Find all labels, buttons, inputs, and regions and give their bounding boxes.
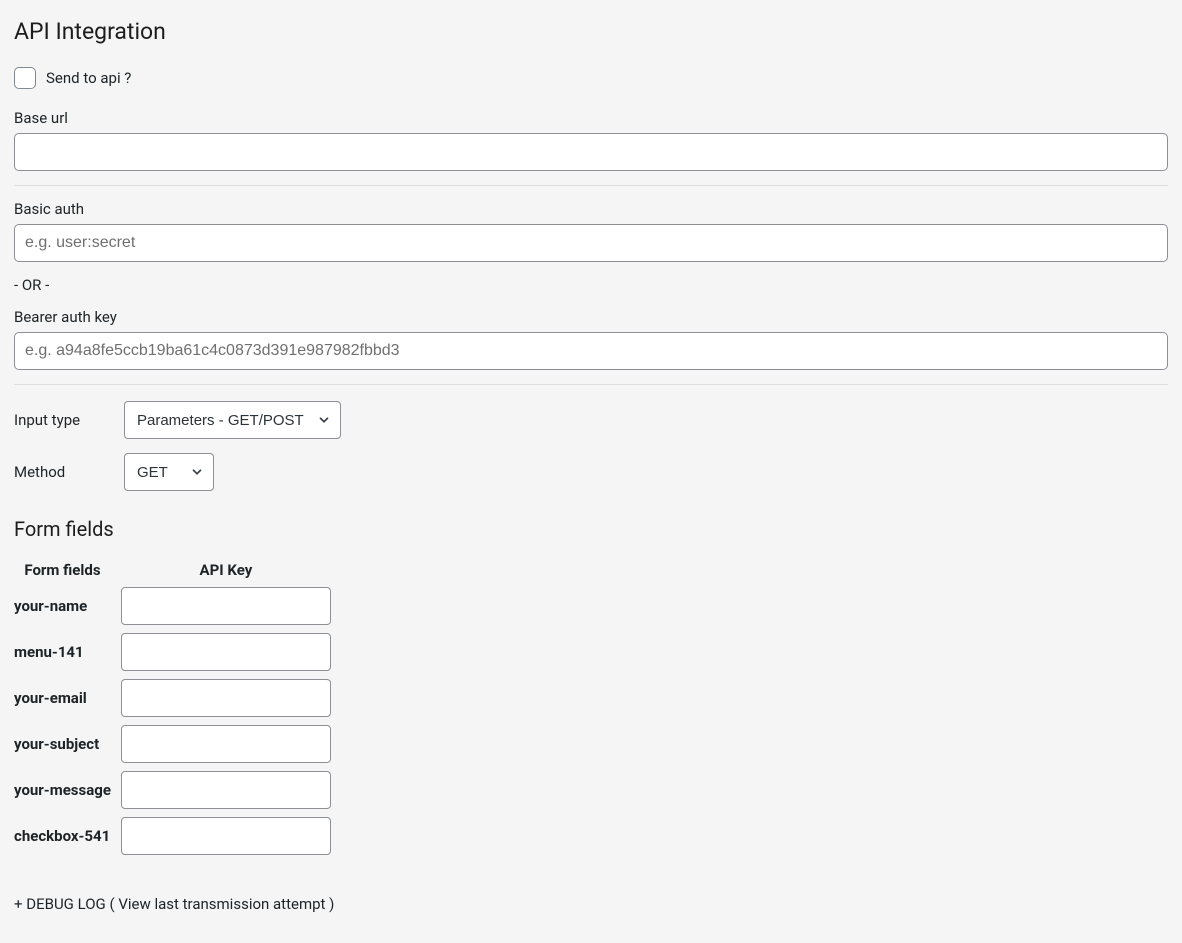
send-to-api-label: Send to api ? xyxy=(46,69,131,87)
api-key-input[interactable] xyxy=(121,725,331,763)
send-to-api-checkbox[interactable] xyxy=(14,67,36,89)
input-type-select[interactable]: Parameters - GET/POST xyxy=(124,401,341,439)
basic-auth-input[interactable] xyxy=(14,224,1168,262)
api-key-input[interactable] xyxy=(121,817,331,855)
page-title: API Integration xyxy=(14,18,1168,45)
form-field-name: your-subject xyxy=(14,725,111,763)
form-fields-table: Form fields API Key your-name menu-141 you… xyxy=(4,553,341,863)
bearer-auth-input[interactable] xyxy=(14,332,1168,370)
base-url-input[interactable] xyxy=(14,133,1168,171)
api-key-input[interactable] xyxy=(121,771,331,809)
table-row: your-email xyxy=(14,679,331,717)
api-key-input[interactable] xyxy=(121,587,331,625)
table-row: your-subject xyxy=(14,725,331,763)
form-field-name: your-name xyxy=(14,587,111,625)
api-key-input[interactable] xyxy=(121,633,331,671)
method-label: Method xyxy=(14,463,124,481)
col-form-fields: Form fields xyxy=(14,561,111,579)
table-row: your-name xyxy=(14,587,331,625)
or-separator: - OR - xyxy=(14,276,1168,294)
basic-auth-label: Basic auth xyxy=(14,200,1168,218)
send-to-api-row: Send to api ? xyxy=(14,67,1168,89)
form-field-name: your-email xyxy=(14,679,111,717)
table-row: checkbox-541 xyxy=(14,817,331,855)
form-field-name: menu-141 xyxy=(14,633,111,671)
divider xyxy=(14,384,1168,385)
form-field-name: checkbox-541 xyxy=(14,817,111,855)
table-row: menu-141 xyxy=(14,633,331,671)
bearer-auth-label: Bearer auth key xyxy=(14,308,1168,326)
divider xyxy=(14,185,1168,186)
api-key-input[interactable] xyxy=(121,679,331,717)
debug-log-toggle[interactable]: + DEBUG LOG ( View last transmission att… xyxy=(14,895,334,913)
input-type-label: Input type xyxy=(14,411,124,429)
form-field-name: your-message xyxy=(14,771,111,809)
col-api-key: API Key xyxy=(121,561,331,579)
table-row: your-message xyxy=(14,771,331,809)
method-select[interactable]: GET xyxy=(124,453,214,491)
base-url-label: Base url xyxy=(14,109,1168,127)
form-fields-title: Form fields xyxy=(14,517,1168,541)
